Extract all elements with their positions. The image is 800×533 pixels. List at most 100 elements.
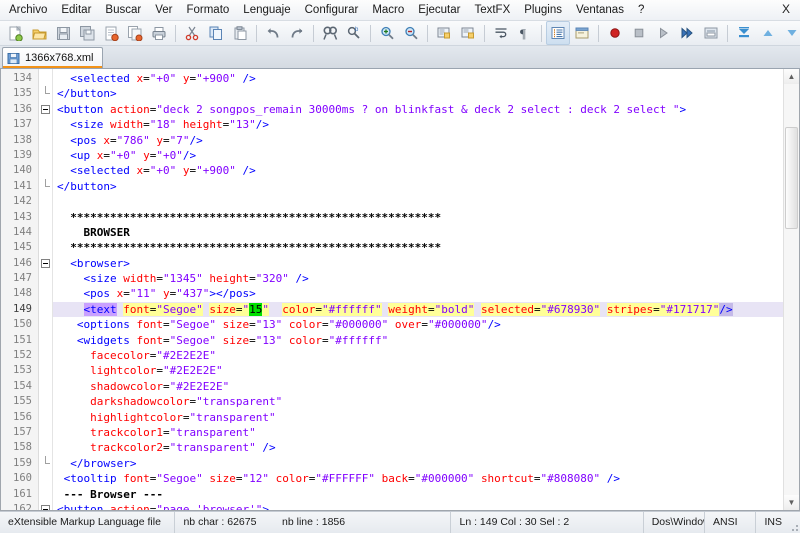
code-line[interactable]: darkshadowcolor="transparent": [53, 394, 799, 409]
code-line[interactable]: <browser>: [53, 256, 799, 271]
code-line[interactable]: trackcolor1="transparent": [53, 425, 799, 440]
fold-toggle-icon[interactable]: [39, 256, 52, 271]
bookmark-prev-icon[interactable]: [756, 21, 780, 45]
find-icon[interactable]: [318, 21, 342, 45]
code-line[interactable]: <up x="+0" y="+0"/>: [53, 148, 799, 163]
close-document-button[interactable]: X: [778, 2, 794, 17]
tab-1366x768-xml[interactable]: 1366x768.xml: [2, 47, 103, 68]
code-line[interactable]: [53, 194, 799, 209]
code-line[interactable]: <size width="18" height="13"/>: [53, 117, 799, 132]
menu-plugins[interactable]: Plugins: [517, 1, 569, 20]
code-token: ": [262, 303, 269, 316]
new-file-icon[interactable]: [3, 21, 27, 45]
copy-icon[interactable]: [204, 21, 228, 45]
code-token: <widgets: [77, 334, 130, 347]
fold-toggle-icon[interactable]: [39, 102, 52, 117]
code-line[interactable]: <size width="1345" height="320" />: [53, 271, 799, 286]
code-line[interactable]: lightcolor="#2E2E2E": [53, 363, 799, 378]
code-line[interactable]: highlightcolor="transparent": [53, 410, 799, 425]
save-macro-icon[interactable]: [699, 21, 723, 45]
code-line[interactable]: shadowcolor="#2E2E2E": [53, 379, 799, 394]
sync-horizontal-icon[interactable]: [456, 21, 480, 45]
code-token: <tooltip: [64, 472, 117, 485]
menu-configurar[interactable]: Configurar: [298, 1, 366, 20]
code-line[interactable]: <button action="deck 2 songpos_remain 30…: [53, 102, 799, 117]
fold-toggle-icon[interactable]: [39, 179, 52, 194]
line-number: 151: [1, 333, 38, 348]
code-token: >: [262, 503, 269, 510]
code-token: "12": [242, 472, 269, 485]
code-line[interactable]: </button>: [53, 86, 799, 101]
code-token: y: [163, 287, 170, 300]
code-line-current[interactable]: <text font="Segoe" size="15" color="#fff…: [53, 302, 799, 317]
menu-help[interactable]: ?: [631, 1, 651, 20]
menu-buscar[interactable]: Buscar: [98, 1, 148, 20]
undo-icon[interactable]: [261, 21, 285, 45]
print-icon[interactable]: [147, 21, 171, 45]
code-line[interactable]: ****************************************…: [53, 240, 799, 255]
redo-icon[interactable]: [285, 21, 309, 45]
menu-textfx[interactable]: TextFX: [467, 1, 517, 20]
menu-ventanas[interactable]: Ventanas: [569, 1, 631, 20]
code-line[interactable]: trackcolor2="transparent" />: [53, 440, 799, 455]
fold-toggle-icon[interactable]: [39, 502, 52, 511]
vertical-scrollbar[interactable]: ▲ ▼: [783, 69, 799, 510]
code-token: size: [209, 303, 236, 316]
show-all-chars-icon[interactable]: ¶: [513, 21, 537, 45]
menu-ver[interactable]: Ver: [148, 1, 179, 20]
code-line[interactable]: </browser>: [53, 456, 799, 471]
replace-icon[interactable]: b: [342, 21, 366, 45]
sync-vertical-icon[interactable]: [432, 21, 456, 45]
scroll-up-arrow-icon[interactable]: ▲: [784, 69, 799, 84]
bookmark-next-icon[interactable]: [780, 21, 800, 45]
open-folder-icon[interactable]: [27, 21, 51, 45]
code-token: color: [276, 472, 309, 485]
zoom-out-icon[interactable]: [399, 21, 423, 45]
menu-lenguaje[interactable]: Lenguaje: [236, 1, 297, 20]
scroll-down-arrow-icon[interactable]: ▼: [784, 495, 799, 510]
fold-toggle-icon[interactable]: [39, 456, 52, 471]
code-canvas[interactable]: <selected x="+0" y="+900" /></button><bu…: [53, 69, 799, 510]
editor-area[interactable]: 1341351361371381391401411421431441451461…: [0, 69, 800, 511]
menu-formato[interactable]: Formato: [179, 1, 236, 20]
resize-grip[interactable]: [786, 512, 800, 533]
status-char-count: nb char : 62675: [175, 512, 274, 533]
code-line[interactable]: ****************************************…: [53, 210, 799, 225]
stop-macro-icon[interactable]: [627, 21, 651, 45]
menu-archivo[interactable]: Archivo: [2, 1, 54, 20]
menu-ejecutar[interactable]: Ejecutar: [411, 1, 467, 20]
zoom-in-icon[interactable]: [375, 21, 399, 45]
record-macro-icon[interactable]: [603, 21, 627, 45]
close-file-icon[interactable]: [99, 21, 123, 45]
cut-icon[interactable]: [180, 21, 204, 45]
menu-editar[interactable]: Editar: [54, 1, 98, 20]
fold-margin[interactable]: [39, 69, 53, 510]
save-all-icon[interactable]: [75, 21, 99, 45]
vertical-scroll-thumb[interactable]: [785, 127, 798, 229]
code-line[interactable]: <selected x="+0" y="+900" />: [53, 163, 799, 178]
indent-guide-icon[interactable]: [546, 21, 570, 45]
code-token: [216, 334, 223, 347]
play-multiple-icon[interactable]: [675, 21, 699, 45]
code-line[interactable]: </button>: [53, 179, 799, 194]
code-line[interactable]: <tooltip font="Segoe" size="12" color="#…: [53, 471, 799, 486]
save-icon[interactable]: [51, 21, 75, 45]
code-line[interactable]: <pos x="11" y="437"></pos>: [53, 286, 799, 301]
code-line[interactable]: <pos x="786" y="7"/>: [53, 133, 799, 148]
word-wrap-icon[interactable]: [489, 21, 513, 45]
code-line[interactable]: <button action="page 'browser'">: [53, 502, 799, 510]
ui-dialog-icon[interactable]: [570, 21, 594, 45]
close-all-icon[interactable]: [123, 21, 147, 45]
code-line[interactable]: <options font="Segoe" size="13" color="#…: [53, 317, 799, 332]
code-line[interactable]: BROWSER: [53, 225, 799, 240]
paste-icon[interactable]: [228, 21, 252, 45]
bookmark-first-icon[interactable]: [732, 21, 756, 45]
code-line[interactable]: <selected x="+0" y="+900" />: [53, 71, 799, 86]
play-macro-icon[interactable]: [651, 21, 675, 45]
code-line[interactable]: --- Browser ---: [53, 487, 799, 502]
menu-macro[interactable]: Macro: [365, 1, 411, 20]
fold-toggle-icon[interactable]: [39, 86, 52, 101]
code-line[interactable]: facecolor="#2E2E2E": [53, 348, 799, 363]
code-line[interactable]: <widgets font="Segoe" size="13" color="#…: [53, 333, 799, 348]
code-token: color: [282, 303, 315, 316]
